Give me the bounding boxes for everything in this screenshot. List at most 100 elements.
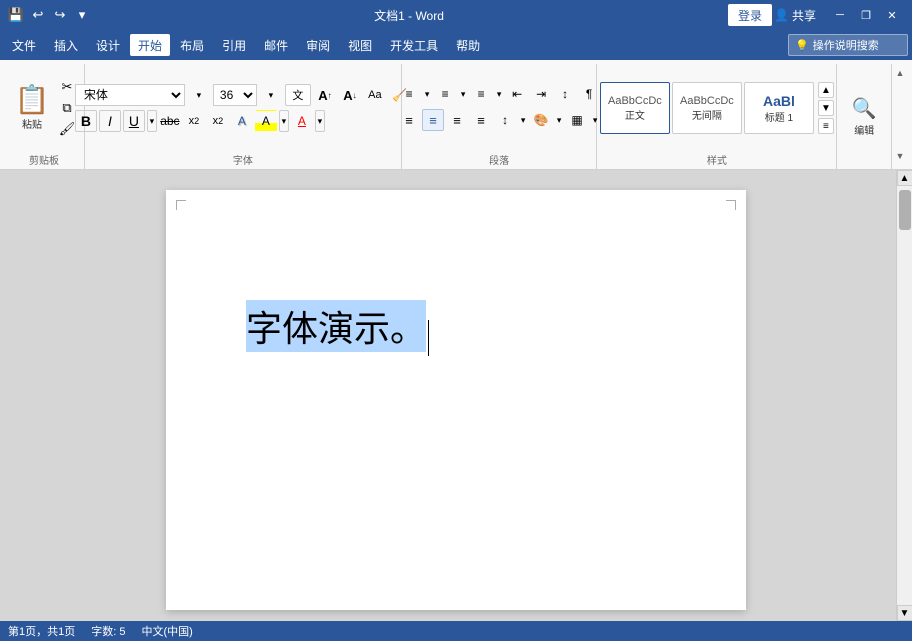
menu-item-references[interactable]: 引用 <box>214 34 254 56</box>
minimize-button[interactable]: ─ <box>828 5 852 25</box>
menu-item-mail[interactable]: 邮件 <box>256 34 296 56</box>
font-size-select[interactable]: 36 <box>213 84 257 106</box>
font-dropdown-icon[interactable]: ▾ <box>188 84 210 106</box>
text-effect-button[interactable]: A <box>231 110 253 132</box>
lightbulb-icon: 💡 <box>795 39 809 52</box>
para-row-1: ≡ ▾ ≡ ▾ ≡ ▾ ⇤ ⇥ ↕ ¶ <box>398 83 600 105</box>
menu-item-insert[interactable]: 插入 <box>46 34 86 56</box>
bold-button[interactable]: B <box>75 110 97 132</box>
share-button[interactable]: 👤 共享 <box>774 7 816 24</box>
line-spacing-button[interactable]: ↕ <box>494 109 516 131</box>
close-button[interactable]: ✕ <box>880 5 904 25</box>
style-scroll-down[interactable]: ▼ <box>818 100 834 116</box>
size-dropdown-icon[interactable]: ▾ <box>260 84 282 106</box>
numbered-list-button[interactable]: ≡ <box>434 83 456 105</box>
paste-icon: 📋 <box>15 86 50 114</box>
style-normal-label: 正文 <box>625 107 645 122</box>
menu-item-layout[interactable]: 布局 <box>172 34 212 56</box>
quick-access-toolbar: 💾 ↩ ↪ ▾ <box>8 7 90 23</box>
underline-dropdown[interactable]: ▾ <box>147 110 157 132</box>
styles-content: AaBbCcDc 正文 AaBbCcDc 无间隔 AaBl 标题 1 ▲ ▼ ≡ <box>600 64 834 152</box>
multilevel-list-button[interactable]: ≡ <box>470 83 492 105</box>
scroll-thumb[interactable] <box>899 190 911 230</box>
ribbon-collapse-down[interactable]: ▼ <box>894 151 906 161</box>
vertical-scrollbar: ▲ ▼ <box>896 170 912 621</box>
bullet-list-button[interactable]: ≡ <box>398 83 420 105</box>
decrease-indent-button[interactable]: ⇤ <box>506 83 528 105</box>
decrease-size-button[interactable]: A↓ <box>339 84 361 106</box>
font-content: 宋体 ▾ 36 ▾ 文 A↑ A↓ Aa 🧹 B I U <box>75 64 411 152</box>
clipboard-content: 📋 粘贴 ✂ ⧉ 🖌 <box>10 64 78 152</box>
menu-item-review[interactable]: 审阅 <box>298 34 338 56</box>
status-page: 第1页，共1页 <box>8 623 75 639</box>
menu-item-home[interactable]: 开始 <box>130 34 170 56</box>
underline-button[interactable]: U <box>123 110 145 132</box>
window-controls: 登录 👤 共享 ─ ❐ ✕ <box>728 4 904 26</box>
ribbon-collapse-up[interactable]: ▲ <box>894 68 906 78</box>
document-page[interactable]: 字体演示。 <box>166 190 746 610</box>
sort-button[interactable]: ↕ <box>554 83 576 105</box>
style-no-spacing[interactable]: AaBbCcDc 无间隔 <box>672 82 742 134</box>
borders-button[interactable]: ▦ <box>566 109 588 131</box>
editing-button[interactable]: 🔍 编辑 <box>841 102 887 132</box>
status-language: 中文(中国) <box>141 623 192 639</box>
style-normal[interactable]: AaBbCcDc 正文 <box>600 82 670 134</box>
justify-button[interactable]: ≡ <box>470 109 492 131</box>
menu-right-area: 💡 操作说明搜索 <box>788 34 908 56</box>
document-selected-text[interactable]: 字体演示。 <box>246 300 426 352</box>
align-center-button[interactable]: ≡ <box>422 109 444 131</box>
font-family-select[interactable]: 宋体 <box>75 84 185 106</box>
align-right-button[interactable]: ≡ <box>446 109 468 131</box>
search-placeholder: 操作说明搜索 <box>813 37 879 53</box>
menu-item-help[interactable]: 帮助 <box>448 34 488 56</box>
bullet-dropdown[interactable]: ▾ <box>422 83 432 105</box>
save-icon[interactable]: 💾 <box>8 7 24 23</box>
menu-item-file[interactable]: 文件 <box>4 34 44 56</box>
style-scroll-up[interactable]: ▲ <box>818 82 834 98</box>
paste-button[interactable]: 📋 粘贴 <box>10 77 54 139</box>
clipboard-label: 剪贴板 <box>10 152 78 169</box>
change-case-button[interactable]: Aa <box>364 84 386 106</box>
align-left-button[interactable]: ≡ <box>398 109 420 131</box>
scroll-up-arrow[interactable]: ▲ <box>897 170 912 186</box>
menu-bar: 文件 插入 设计 开始 布局 引用 邮件 审阅 视图 开发工具 帮助 💡 操作说… <box>0 30 912 60</box>
menu-item-view[interactable]: 视图 <box>340 34 380 56</box>
style-heading1[interactable]: AaBl 标题 1 <box>744 82 814 134</box>
highlight-dropdown[interactable]: ▾ <box>279 110 289 132</box>
increase-indent-button[interactable]: ⇥ <box>530 83 552 105</box>
login-button[interactable]: 登录 <box>728 4 772 26</box>
strikethrough-button[interactable]: abc <box>159 110 181 132</box>
font-settings-icon[interactable]: 文 <box>285 84 311 106</box>
para-row-2: ≡ ≡ ≡ ≡ ↕ ▾ 🎨 ▾ ▦ ▾ <box>398 109 600 131</box>
corner-mark-tr <box>726 200 736 210</box>
corner-mark-tl <box>176 200 186 210</box>
menu-item-developer[interactable]: 开发工具 <box>382 34 446 56</box>
redo-icon[interactable]: ↪ <box>52 7 68 23</box>
restore-button[interactable]: ❐ <box>854 5 878 25</box>
menu-item-design[interactable]: 设计 <box>88 34 128 56</box>
shading-dropdown[interactable]: ▾ <box>554 109 564 131</box>
style-normal-preview: AaBbCcDc <box>608 95 662 107</box>
style-scroll-more[interactable]: ≡ <box>818 118 834 134</box>
status-bar: 第1页，共1页 字数: 5 中文(中国) <box>0 621 912 641</box>
increase-size-button[interactable]: A↑ <box>314 84 336 106</box>
font-color-button[interactable]: A <box>291 110 313 132</box>
highlight-button[interactable]: A <box>255 110 277 132</box>
superscript-button[interactable]: x2 <box>207 110 229 132</box>
multilevel-dropdown[interactable]: ▾ <box>494 83 504 105</box>
line-spacing-dropdown[interactable]: ▾ <box>518 109 528 131</box>
undo-icon[interactable]: ↩ <box>30 7 46 23</box>
numbered-dropdown[interactable]: ▾ <box>458 83 468 105</box>
shading-button[interactable]: 🎨 <box>530 109 552 131</box>
subscript-button[interactable]: x2 <box>183 110 205 132</box>
style-heading1-preview: AaBl <box>763 93 795 109</box>
customize-icon[interactable]: ▾ <box>74 7 90 23</box>
search-box[interactable]: 💡 操作说明搜索 <box>788 34 908 56</box>
font-color-dropdown[interactable]: ▾ <box>315 110 325 132</box>
scroll-down-arrow[interactable]: ▼ <box>897 605 912 621</box>
style-heading1-label: 标题 1 <box>765 109 793 124</box>
italic-button[interactable]: I <box>99 110 121 132</box>
share-icon: 👤 <box>774 8 789 22</box>
search-find-icon: 🔍 <box>852 96 877 121</box>
editing-group: 🔍 编辑 编辑 <box>837 64 891 169</box>
